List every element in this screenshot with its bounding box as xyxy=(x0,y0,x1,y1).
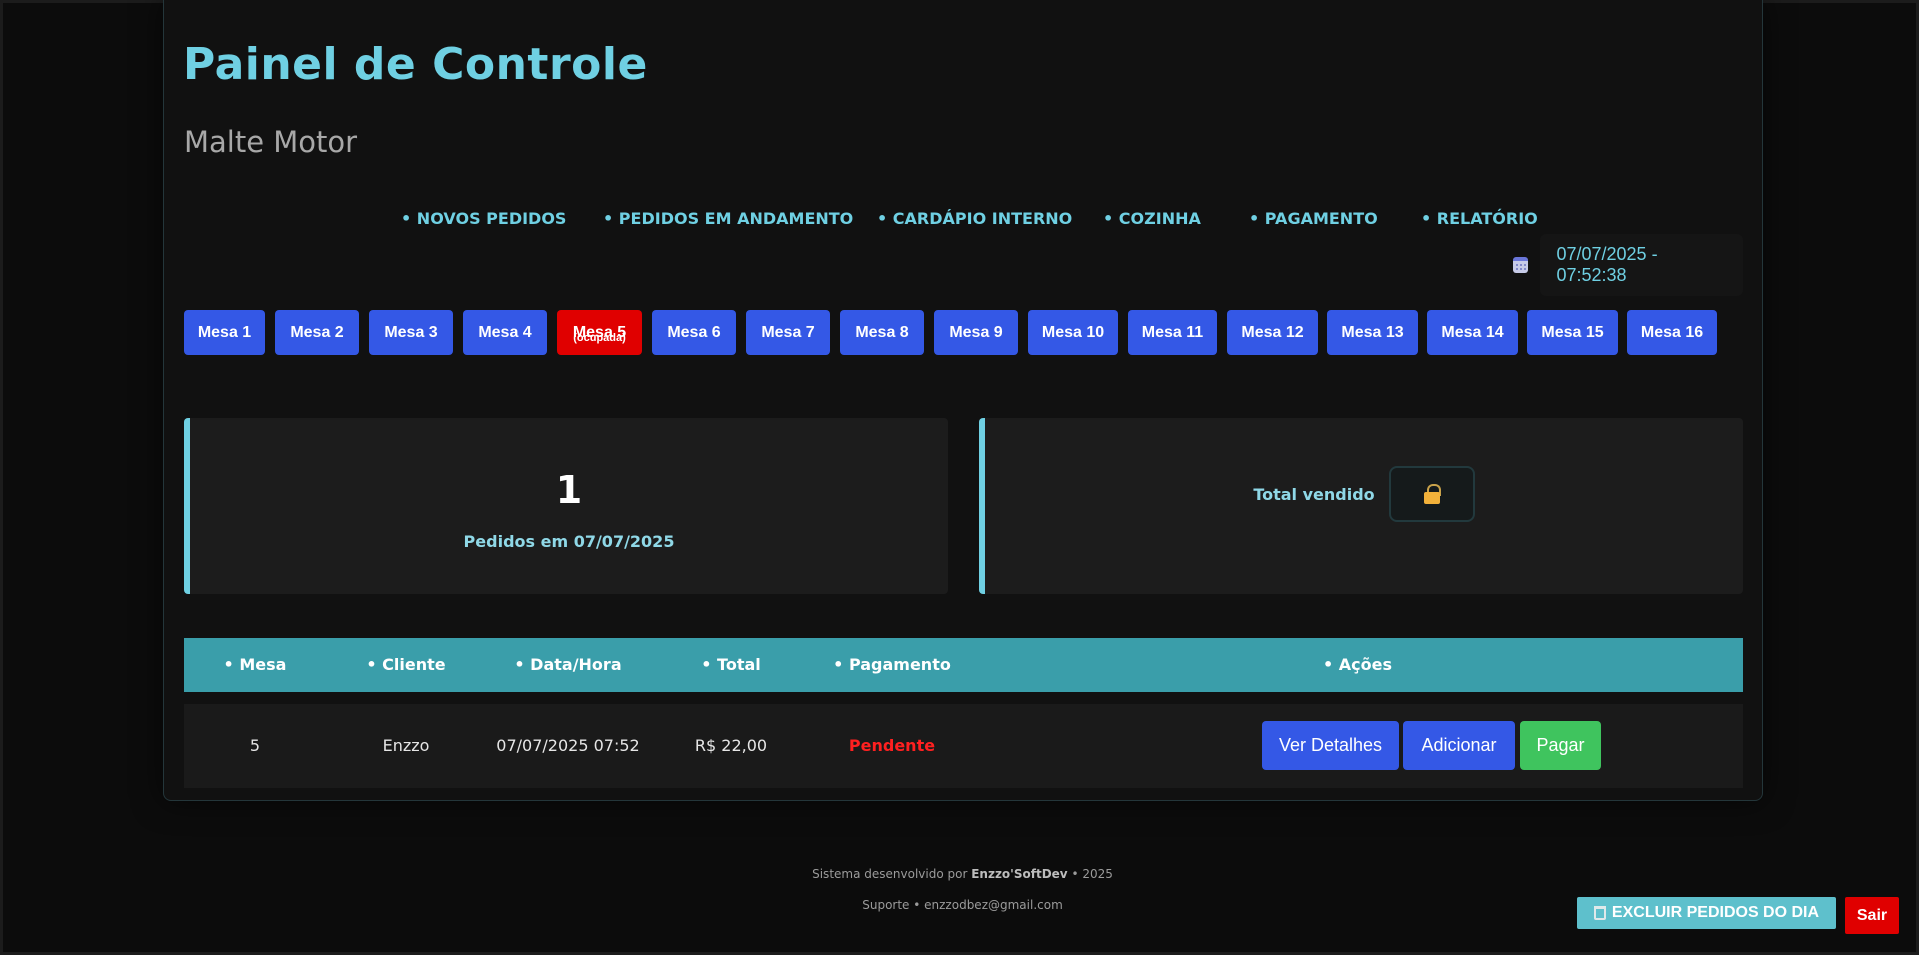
cell-mesa: 5 xyxy=(249,736,261,755)
orders-count-card: 1 Pedidos em 07/07/2025 xyxy=(184,418,948,594)
nav-pagamento[interactable]: • PAGAMENTO xyxy=(1249,209,1378,228)
footer-credits-prefix: Sistema desenvolvido por xyxy=(812,867,968,881)
current-datetime: 07/07/2025 - 07:52:38 xyxy=(1540,234,1743,296)
table-button-14[interactable]: Mesa 14 xyxy=(1427,310,1518,355)
payment-status-badge: Pendente xyxy=(848,736,936,755)
table-button-3[interactable]: Mesa 3 xyxy=(369,310,453,355)
footer-credits: Sistema desenvolvido por Enzzo'SoftDev •… xyxy=(3,867,1919,881)
table-button-8[interactable]: Mesa 8 xyxy=(840,310,924,355)
establishment-name: Malte Motor xyxy=(184,125,358,159)
table-row: 5 Enzzo 07/07/2025 07:52 R$ 22,00 Penden… xyxy=(184,704,1743,788)
header-data-hora: • Data/Hora xyxy=(514,655,622,674)
header-acoes: • Ações xyxy=(1322,655,1393,674)
lock-icon xyxy=(1423,484,1441,504)
table-button-13[interactable]: Mesa 13 xyxy=(1327,310,1418,355)
table-button-2[interactable]: Mesa 2 xyxy=(275,310,359,355)
cell-total: R$ 22,00 xyxy=(694,736,768,755)
pay-button[interactable]: Pagar xyxy=(1520,721,1601,770)
table-button-6[interactable]: Mesa 6 xyxy=(652,310,736,355)
table-button-4[interactable]: Mesa 4 xyxy=(463,310,547,355)
table-button-15[interactable]: Mesa 15 xyxy=(1527,310,1618,355)
total-sold-label: Total vendido xyxy=(1253,484,1375,504)
table-button-7[interactable]: Mesa 7 xyxy=(746,310,830,355)
view-details-button[interactable]: Ver Detalhes xyxy=(1262,721,1399,770)
orders-table-header: • Mesa • Cliente • Data/Hora • Total • P… xyxy=(184,638,1743,692)
header-cliente: • Cliente xyxy=(366,655,446,674)
nav-novos-pedidos[interactable]: • NOVOS PEDIDOS xyxy=(401,209,566,228)
calendar-icon xyxy=(1513,257,1529,273)
header-pagamento: • Pagamento xyxy=(833,655,951,674)
table-button-9[interactable]: Mesa 9 xyxy=(934,310,1018,355)
nav-pedidos-em-andamento[interactable]: • PEDIDOS EM ANDAMENTO xyxy=(603,209,853,228)
header-mesa: • Mesa xyxy=(223,655,287,674)
table-button-11[interactable]: Mesa 11 xyxy=(1128,310,1217,355)
table-button-1[interactable]: Mesa 1 xyxy=(184,310,265,355)
nav-relatorio[interactable]: • RELATÓRIO xyxy=(1421,209,1538,228)
orders-count-label: Pedidos em 07/07/2025 xyxy=(463,532,675,551)
delete-daily-orders-button[interactable]: EXCLUIR PEDIDOS DO DIA xyxy=(1577,897,1836,929)
table-button-16[interactable]: Mesa 16 xyxy=(1627,310,1717,355)
footer-year: • 2025 xyxy=(1071,867,1113,881)
header-total: • Total xyxy=(701,655,761,674)
table-button-10[interactable]: Mesa 10 xyxy=(1028,310,1118,355)
total-sold-card: Total vendido xyxy=(979,418,1743,594)
add-items-button[interactable]: Adicionar xyxy=(1403,721,1515,770)
logout-button[interactable]: Sair xyxy=(1845,897,1899,934)
delete-daily-orders-label: EXCLUIR PEDIDOS DO DIA xyxy=(1611,904,1820,921)
nav-cardapio-interno[interactable]: • CARDÁPIO INTERNO xyxy=(877,209,1072,228)
trash-icon xyxy=(1593,906,1606,920)
reveal-total-button[interactable] xyxy=(1388,466,1475,522)
cell-data-hora: 07/07/2025 07:52 xyxy=(496,736,640,755)
table-button-5[interactable]: Mesa 5 (ocupada) xyxy=(557,310,642,355)
footer-brand: Enzzo'SoftDev xyxy=(971,867,1068,881)
cell-cliente: Enzzo xyxy=(382,736,430,755)
nav-cozinha[interactable]: • COZINHA xyxy=(1103,209,1201,228)
datetime-display: 07/07/2025 - 07:52:38 xyxy=(1513,234,1743,296)
table-button-12[interactable]: Mesa 12 xyxy=(1227,310,1318,355)
main-nav: • NOVOS PEDIDOS • PEDIDOS EM ANDAMENTO •… xyxy=(3,209,1919,233)
page-title: Painel de Controle xyxy=(183,39,648,90)
occupied-label: (ocupada) xyxy=(573,332,626,344)
orders-count: 1 xyxy=(555,468,583,512)
